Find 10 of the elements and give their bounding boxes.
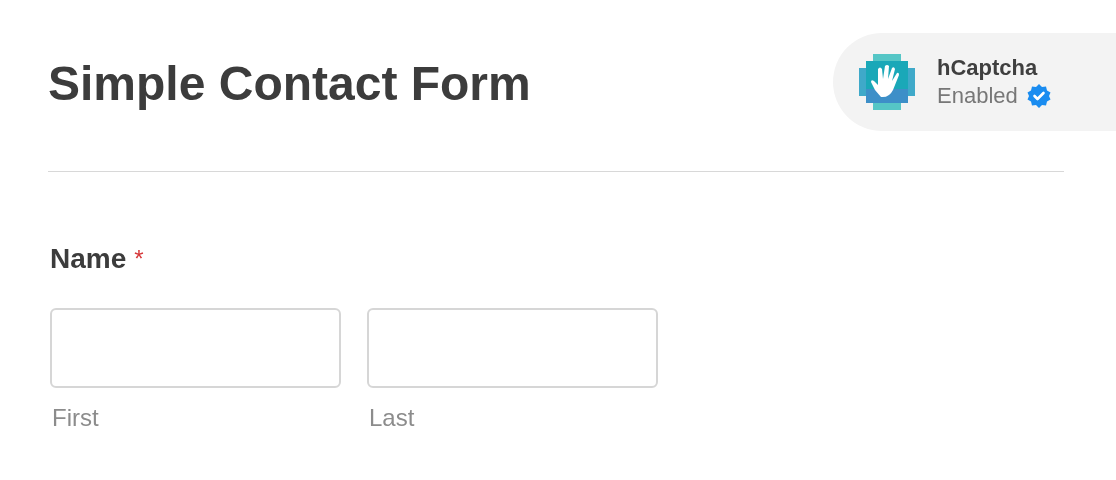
captcha-status: Enabled [937,82,1018,110]
input-field[interactable] [367,308,658,388]
captcha-name: hCaptcha [937,54,1039,82]
input-field[interactable] [50,308,341,388]
form-title: Simple Contact Form [48,55,531,112]
field-label: Name [50,242,127,276]
sublabel: First [51,403,100,433]
sublabel: Last [368,403,416,433]
hand-logo-icon [859,54,915,110]
required-mark: * [134,244,144,274]
